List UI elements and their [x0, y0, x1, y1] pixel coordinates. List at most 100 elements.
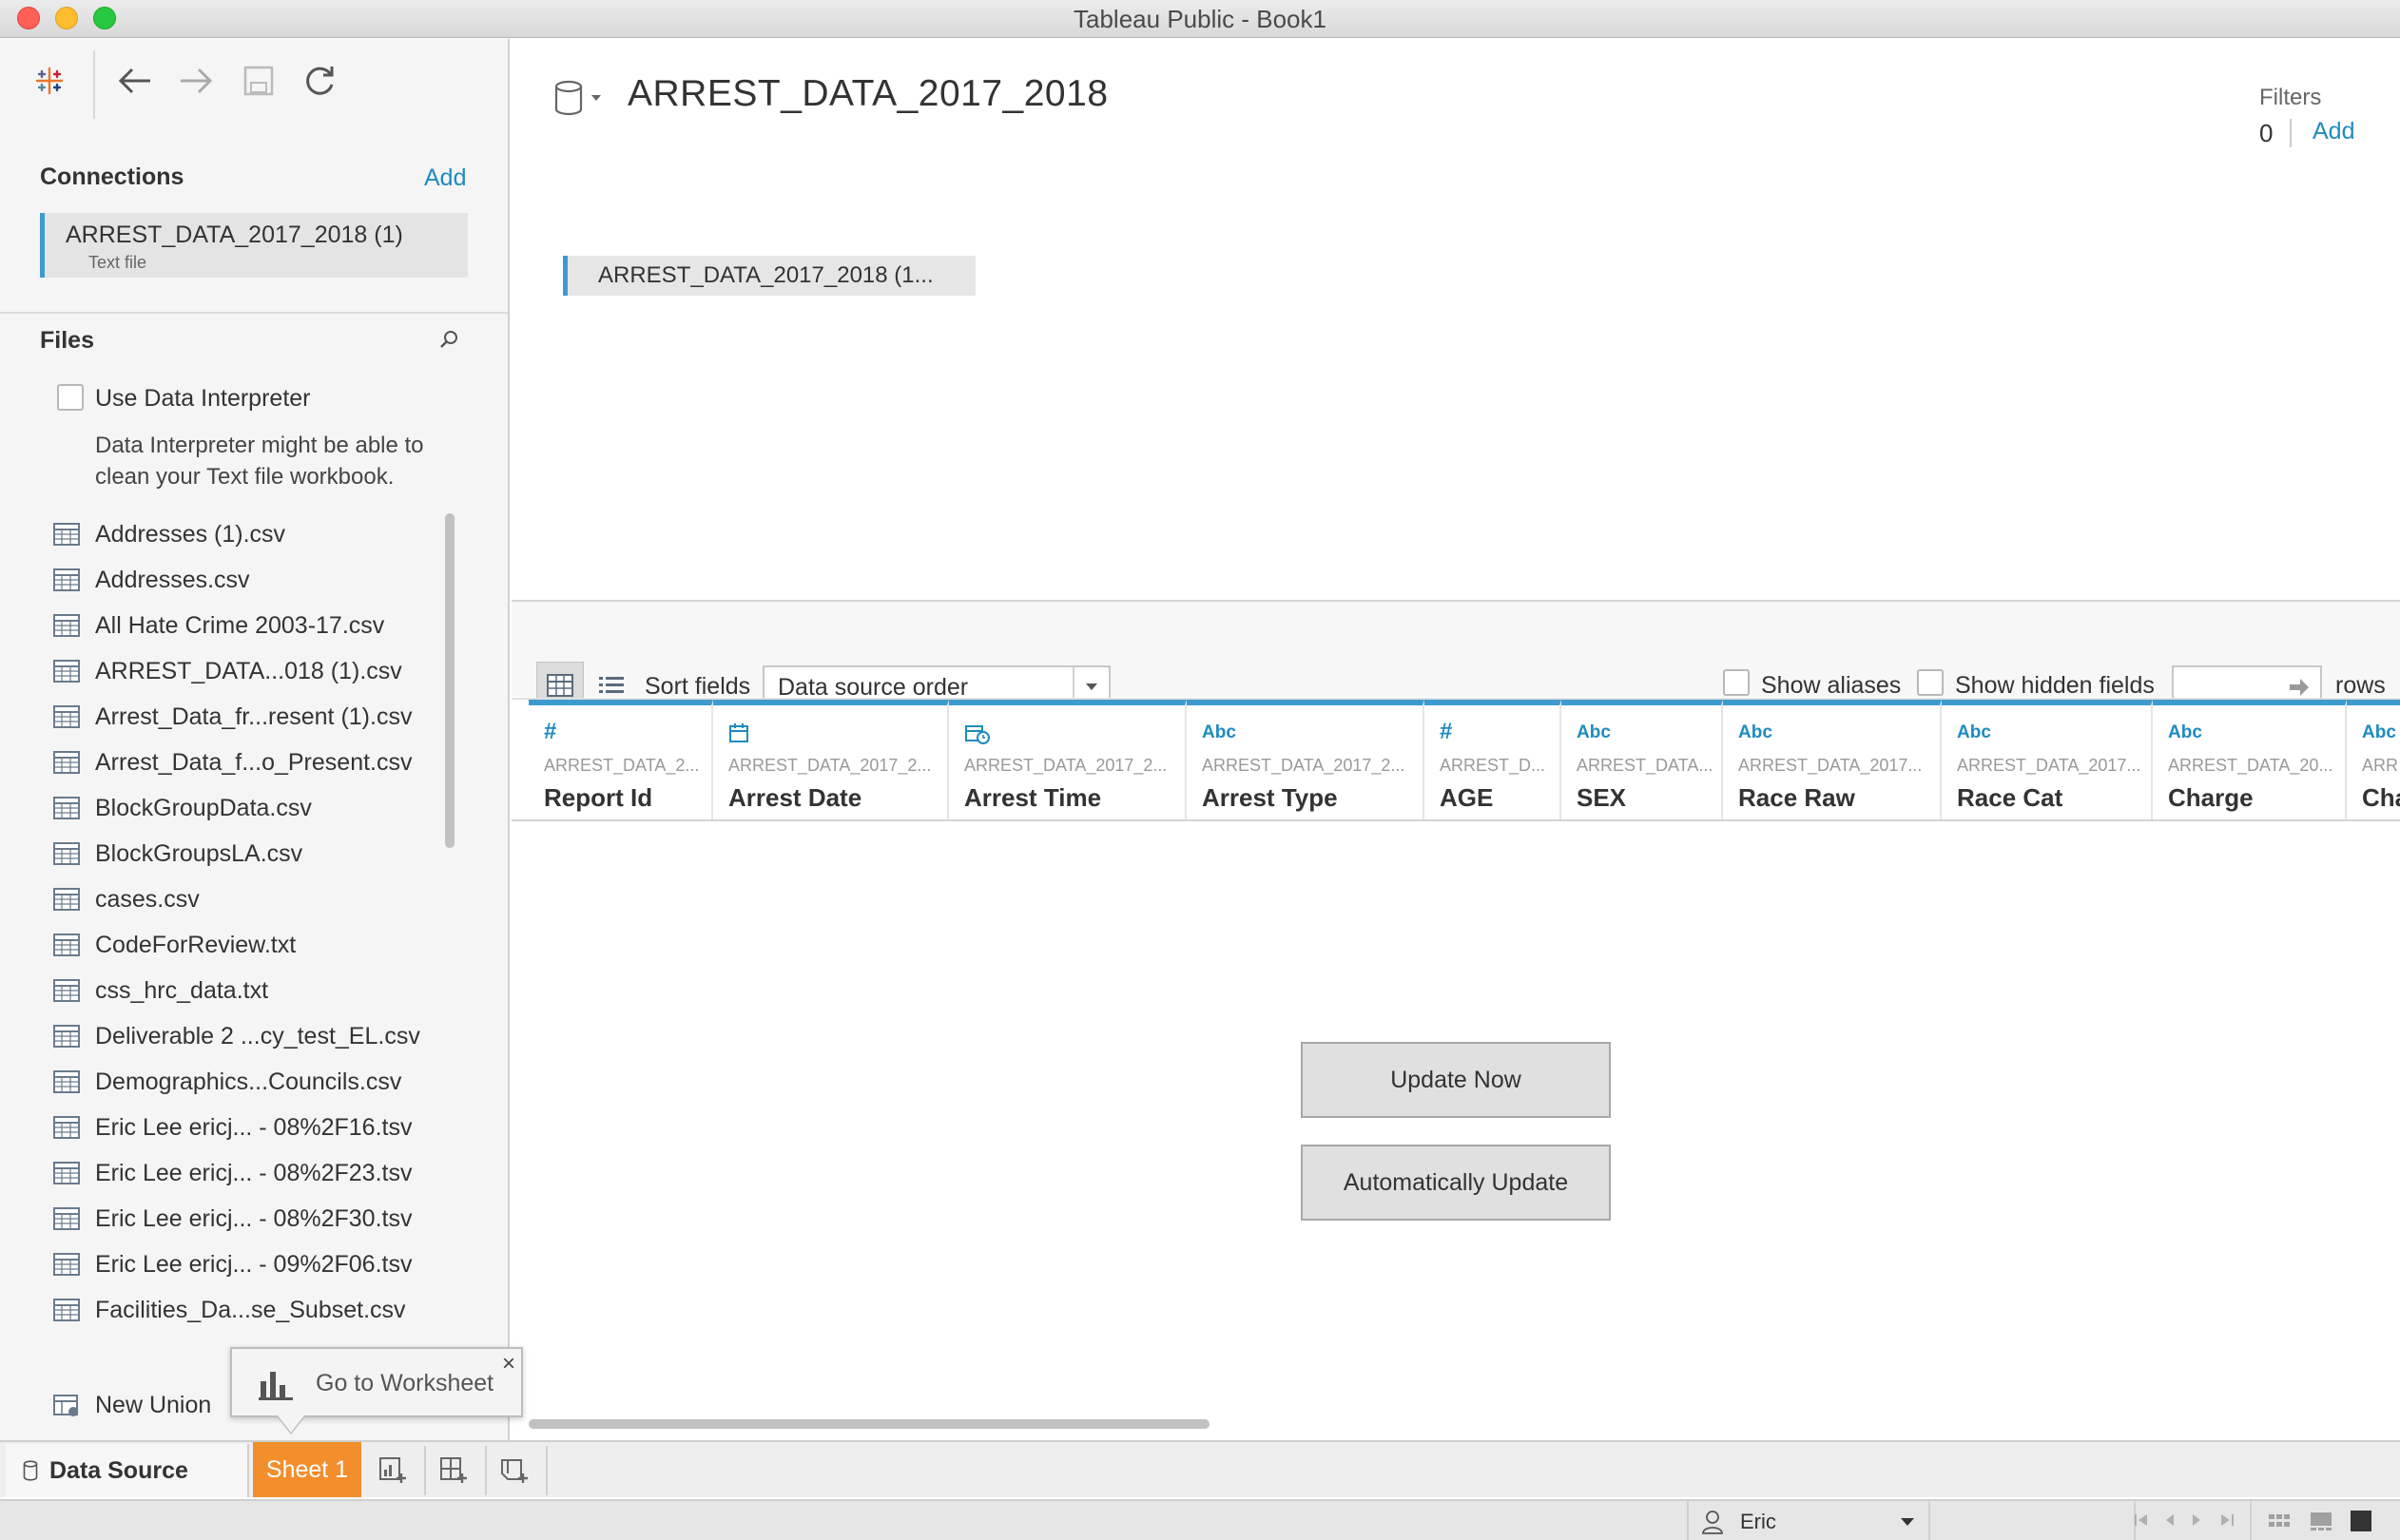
datetime-type-icon[interactable]	[964, 722, 991, 751]
refresh-icon[interactable]	[297, 58, 342, 104]
rows-label: rows	[2335, 672, 2386, 699]
file-item[interactable]: Eric Lee ericj... - 08%2F16.tsv	[53, 1108, 453, 1146]
file-item[interactable]: BlockGroupsLA.csv	[53, 835, 453, 873]
table-pill[interactable]: ARREST_DATA_2017_2018 (1...	[563, 256, 976, 296]
table-icon	[53, 1299, 80, 1321]
string-type-icon[interactable]: Abc	[1202, 722, 1236, 743]
tabs-view-icon[interactable]	[2349, 1509, 2373, 1533]
column-header[interactable]: Abc ARREST_DATA... SEX	[1561, 700, 1723, 819]
back-arrow-icon[interactable]	[112, 58, 158, 104]
column-name[interactable]: SEX	[1577, 783, 1626, 813]
go-to-worksheet-popup[interactable]: Go to Worksheet ×	[230, 1347, 523, 1417]
chevron-down-icon[interactable]	[1900, 1517, 1915, 1527]
string-type-icon[interactable]: Abc	[2168, 722, 2202, 743]
file-item[interactable]: All Hate Crime 2003-17.csv	[53, 606, 453, 645]
table-pill-label: ARREST_DATA_2017_2018 (1...	[598, 262, 934, 288]
file-item[interactable]: Addresses (1).csv	[53, 515, 453, 553]
close-icon[interactable]: ×	[502, 1351, 515, 1377]
file-item[interactable]: Eric Lee ericj... - 08%2F30.tsv	[53, 1200, 453, 1238]
union-icon	[53, 1394, 78, 1416]
column-header[interactable]: ARREST_DATA_2017_2... Arrest Time	[949, 700, 1187, 819]
connection-item[interactable]: ARREST_DATA_2017_2018 (1) Text file	[40, 213, 468, 278]
file-item[interactable]: cases.csv	[53, 880, 453, 918]
number-type-icon[interactable]: #	[544, 719, 556, 745]
file-item[interactable]: css_hrc_data.txt	[53, 972, 453, 1010]
section-divider	[0, 312, 508, 314]
datasource-cylinder-icon[interactable]	[553, 77, 607, 121]
column-name[interactable]: Arrest Type	[1202, 783, 1338, 813]
add-filter-link[interactable]: Add	[2313, 118, 2354, 145]
file-item[interactable]: BlockGroupData.csv	[53, 789, 453, 827]
status-separator	[2250, 1501, 2252, 1540]
add-connection-link[interactable]: Add	[424, 164, 466, 192]
column-name[interactable]: Arrest Date	[728, 783, 861, 813]
string-type-icon[interactable]: Abc	[1957, 722, 1991, 743]
column-name[interactable]: Report Id	[544, 783, 652, 813]
status-bar: Eric	[0, 1499, 2400, 1540]
file-list-scrollbar[interactable]	[445, 513, 455, 848]
column-header[interactable]: ARREST_DATA_2017_2... Arrest Date	[713, 700, 949, 819]
user-select[interactable]: Eric	[1687, 1501, 1930, 1540]
string-type-icon[interactable]: Abc	[1577, 722, 1611, 743]
toolbar	[0, 39, 510, 144]
file-item[interactable]: ARREST_DATA...018 (1).csv	[53, 652, 453, 690]
file-item[interactable]: Eric Lee ericj... - 09%2F06.tsv	[53, 1245, 453, 1283]
new-union-item[interactable]: New Union	[53, 1392, 211, 1419]
file-item[interactable]: Demographics...Councils.csv	[53, 1063, 453, 1101]
automatically-update-button[interactable]: Automatically Update	[1301, 1145, 1611, 1221]
new-dashboard-icon[interactable]	[434, 1450, 475, 1492]
sheet-sorter-icon[interactable]	[2267, 1509, 2292, 1533]
new-worksheet-icon[interactable]	[373, 1450, 415, 1492]
next-sheet-icon[interactable]	[2191, 1512, 2202, 1532]
file-item[interactable]: Eric Lee ericj... - 08%2F23.tsv	[53, 1154, 453, 1192]
column-name[interactable]: Cha	[2362, 783, 2400, 813]
search-icon[interactable]	[437, 328, 460, 356]
column-header[interactable]: Abc ARREST_DATA_20... Charge	[2153, 700, 2347, 819]
string-type-icon[interactable]: Abc	[2362, 722, 2396, 743]
datasource-title[interactable]: ARREST_DATA_2017_2018	[628, 73, 1109, 115]
date-type-icon[interactable]	[728, 722, 749, 749]
prev-sheet-icon[interactable]	[2164, 1512, 2176, 1532]
file-item[interactable]: Arrest_Data_fr...resent (1).csv	[53, 698, 453, 736]
column-name[interactable]: Race Cat	[1957, 783, 2062, 813]
update-now-button[interactable]: Update Now	[1301, 1042, 1611, 1118]
arrow-right-icon[interactable]	[2288, 677, 2311, 698]
column-header[interactable]: # ARREST_DATA_2... Report Id	[529, 700, 713, 819]
column-header[interactable]: Abc ARR Cha	[2347, 700, 2400, 819]
file-item[interactable]: Addresses.csv	[53, 561, 453, 599]
new-story-icon[interactable]	[494, 1450, 536, 1492]
table-icon	[53, 523, 80, 546]
first-sheet-icon[interactable]	[2134, 1512, 2149, 1532]
string-type-icon[interactable]: Abc	[1738, 722, 1772, 743]
file-item[interactable]: Deliverable 2 ...cy_test_EL.csv	[53, 1017, 453, 1055]
file-item[interactable]: Facilities_Da...se_Subset.csv	[53, 1291, 453, 1329]
filmstrip-icon[interactable]	[2309, 1509, 2333, 1533]
last-sheet-icon[interactable]	[2219, 1512, 2235, 1532]
column-name[interactable]: Arrest Time	[964, 783, 1101, 813]
file-item-label: Demographics...Councils.csv	[95, 1068, 402, 1095]
horizontal-scrollbar[interactable]	[529, 1419, 1210, 1429]
column-name[interactable]: AGE	[1440, 783, 1493, 813]
window-title: Tableau Public - Book1	[1074, 5, 1326, 33]
file-item[interactable]: Arrest_Data_f...o_Present.csv	[53, 743, 453, 781]
file-item-label: ARREST_DATA...018 (1).csv	[95, 657, 402, 684]
table-icon	[53, 1253, 80, 1276]
use-data-interpreter-checkbox[interactable]	[57, 384, 84, 411]
tableau-logo-icon[interactable]	[27, 58, 72, 104]
column-name[interactable]: Race Raw	[1738, 783, 1855, 813]
column-header[interactable]: # ARREST_D... AGE	[1424, 700, 1561, 819]
file-item[interactable]: CodeForReview.txt	[53, 926, 453, 964]
forward-arrow-icon[interactable]	[173, 58, 219, 104]
tab-sheet-1[interactable]: Sheet 1	[253, 1442, 361, 1497]
column-header[interactable]: Abc ARREST_DATA_2017... Race Raw	[1723, 700, 1942, 819]
tab-data-source[interactable]: Data Source	[6, 1444, 249, 1497]
show-aliases-checkbox[interactable]	[1723, 669, 1750, 696]
show-hidden-fields-checkbox[interactable]	[1917, 669, 1944, 696]
column-header[interactable]: Abc ARREST_DATA_2017... Race Cat	[1942, 700, 2153, 819]
table-icon	[53, 888, 80, 911]
table-icon	[53, 842, 80, 865]
column-name[interactable]: Charge	[2168, 783, 2254, 813]
column-header[interactable]: Abc ARREST_DATA_2017_2... Arrest Type	[1187, 700, 1424, 819]
number-type-icon[interactable]: #	[1440, 719, 1452, 745]
save-icon[interactable]	[236, 58, 281, 104]
